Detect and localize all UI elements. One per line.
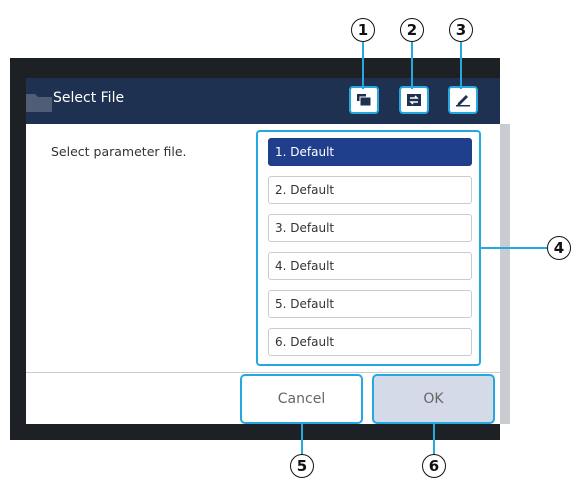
swap-file-icon: [407, 94, 421, 106]
swap-file-button[interactable]: [399, 86, 429, 114]
file-item-5[interactable]: 5. Default: [268, 290, 472, 318]
callout-2: 2: [400, 18, 424, 42]
file-item-2[interactable]: 2. Default: [268, 176, 472, 204]
file-item-6[interactable]: 6. Default: [268, 328, 472, 356]
dialog-title: Select File: [53, 90, 125, 106]
folder-icon: [26, 94, 52, 112]
ok-button[interactable]: OK: [372, 374, 495, 424]
callout-1: 1: [351, 18, 375, 42]
edit-pen-icon: [456, 95, 470, 107]
edit-file-button[interactable]: [448, 86, 478, 114]
leader-line-2: [411, 42, 413, 89]
leader-line-4: [481, 247, 547, 249]
folder-copy-icon: [357, 94, 372, 107]
prompt-text: Select parameter file.: [51, 144, 187, 159]
callout-3: 3: [449, 18, 473, 42]
file-item-4[interactable]: 4. Default: [268, 252, 472, 280]
leader-line-3: [460, 42, 462, 89]
cancel-button[interactable]: Cancel: [240, 374, 363, 424]
copy-file-button[interactable]: [349, 86, 379, 114]
file-list: 1. Default 2. Default 3. Default 4. Defa…: [256, 130, 481, 366]
leader-line-5: [301, 424, 303, 456]
leader-line-6: [433, 424, 435, 456]
callout-6: 6: [422, 454, 446, 478]
file-item-1[interactable]: 1. Default: [268, 138, 472, 166]
leader-line-1: [362, 42, 364, 89]
callout-4: 4: [547, 236, 571, 260]
footer-divider: [26, 372, 500, 373]
file-item-3[interactable]: 3. Default: [268, 214, 472, 242]
dialog-titlebar: Select File: [26, 78, 500, 124]
callout-5: 5: [290, 454, 314, 478]
